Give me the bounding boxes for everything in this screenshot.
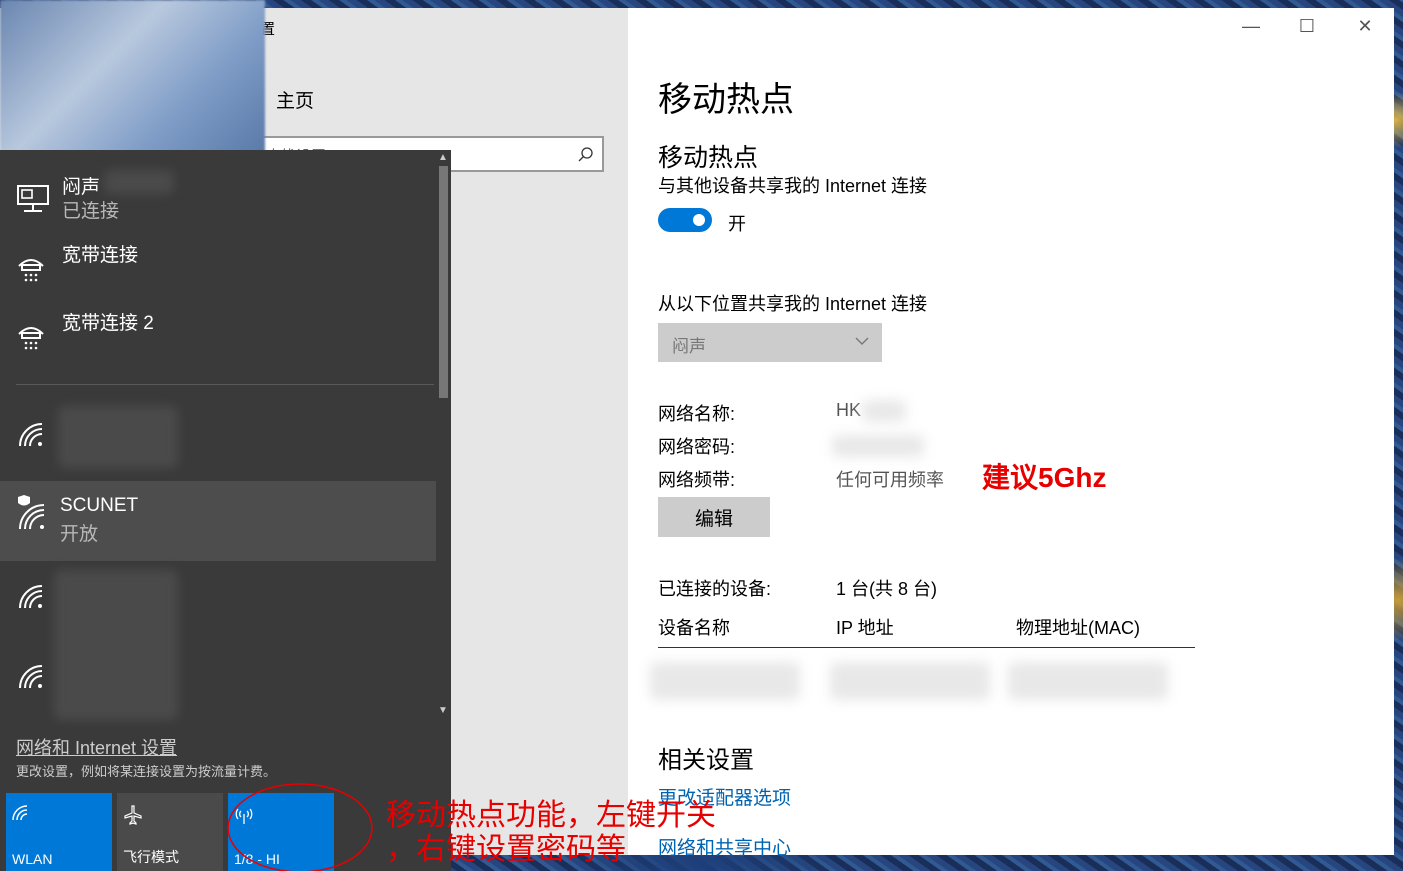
dialup-icon: [16, 322, 46, 357]
search-icon: [578, 146, 594, 167]
network-status: 开放: [60, 524, 99, 545]
hotspot-toggle[interactable]: [658, 208, 712, 232]
field-label-band: 网络频带:: [658, 470, 736, 490]
network-item-broadband[interactable]: 宽带连接: [0, 238, 436, 298]
dialup-icon: [16, 254, 46, 289]
tile-label: WLAN: [12, 851, 53, 867]
connected-devices-label: 已连接的设备:: [658, 579, 772, 599]
related-settings-title: 相关设置: [658, 747, 754, 774]
network-name: 闷声: [62, 177, 101, 198]
page-title: 移动热点: [658, 81, 794, 119]
wifi-icon: [16, 420, 46, 453]
share-from-dropdown[interactable]: 闷声: [658, 323, 882, 362]
toggle-state-label: 开: [728, 214, 746, 234]
network-name: 宽带连接: [62, 245, 139, 266]
table-divider: [658, 647, 1195, 648]
tile-airplane-mode[interactable]: 飞行模式: [117, 793, 223, 871]
network-settings-link[interactable]: 网络和 Internet 设置: [16, 734, 177, 760]
toggle-knob: [693, 214, 705, 226]
redacted-network-suffix: [104, 170, 174, 194]
share-from-value: 闷声: [672, 337, 706, 356]
share-from-label: 从以下位置共享我的 Internet 连接: [658, 294, 928, 314]
nav-home-label: 主页: [276, 91, 315, 112]
field-value-band: 任何可用频率: [836, 470, 944, 490]
field-label-network-name: 网络名称:: [658, 404, 736, 424]
network-list-divider: [16, 384, 434, 385]
redacted-device-ip: [830, 662, 990, 700]
ethernet-icon: [16, 184, 50, 219]
flyout-scrollbar[interactable]: ▲ ▼: [436, 150, 451, 721]
settings-content-pane: — ☐ ✕: [628, 8, 1394, 855]
table-header-mac: 物理地址(MAC): [1016, 618, 1140, 638]
scroll-down-icon[interactable]: ▼: [438, 705, 448, 716]
wifi-icon: [12, 805, 30, 824]
maximize-button[interactable]: ☐: [1284, 16, 1330, 37]
share-description: 与其他设备共享我的 Internet 连接: [658, 176, 928, 196]
edit-button[interactable]: 编辑: [658, 497, 770, 537]
network-item-broadband-2[interactable]: 宽带连接 2: [0, 306, 436, 366]
network-flyout: 闷声 已连接 宽带连接 宽带连接 2 SCUNET 开放 ▲ ▼ 网络和 Int…: [0, 150, 451, 871]
tile-label: 飞行模式: [123, 849, 179, 865]
redacted-wifi-name: [58, 406, 178, 468]
network-name: SCUNET: [60, 495, 139, 516]
link-sharing-center[interactable]: 网络和共享中心: [658, 833, 791, 860]
band-annotation: 建议5Ghz: [982, 462, 1107, 493]
network-name: 宽带连接 2: [62, 313, 154, 334]
wifi-icon: [16, 662, 46, 695]
wifi-icon: [16, 582, 46, 615]
chevron-down-icon: [854, 331, 870, 356]
redacted-network-name: [862, 400, 906, 422]
airplane-icon: [123, 805, 143, 828]
field-label-password: 网络密码:: [658, 437, 736, 457]
table-header-ip: IP 地址: [836, 618, 894, 638]
network-item-ethernet[interactable]: 闷声 已连接: [0, 168, 436, 228]
scroll-up-icon[interactable]: ▲: [438, 152, 448, 163]
redacted-device-name: [650, 662, 800, 700]
tile-wlan[interactable]: WLAN: [6, 793, 112, 871]
wifi-shield-icon: [16, 495, 48, 536]
scroll-thumb[interactable]: [439, 166, 448, 398]
annotation-ellipse: [227, 783, 373, 871]
redacted-password: [832, 435, 924, 457]
field-value-network-name: HK: [836, 400, 862, 420]
network-item-wifi[interactable]: [0, 650, 436, 720]
network-settings-description: 更改设置，例如将某连接设置为按流量计费。: [16, 764, 277, 779]
blurred-region: [0, 0, 265, 152]
close-button[interactable]: ✕: [1342, 16, 1388, 37]
connected-devices-count: 1 台(共 8 台): [836, 579, 938, 599]
minimize-button[interactable]: —: [1228, 16, 1274, 37]
network-status: 已连接: [62, 201, 120, 222]
tile-annotation-line2: ，右键设置密码等: [386, 832, 626, 867]
redacted-device-mac: [1008, 662, 1168, 700]
table-header-device-name: 设备名称: [658, 618, 730, 638]
network-item-scunet[interactable]: SCUNET 开放: [0, 481, 451, 561]
section-title: 移动热点: [658, 144, 759, 172]
